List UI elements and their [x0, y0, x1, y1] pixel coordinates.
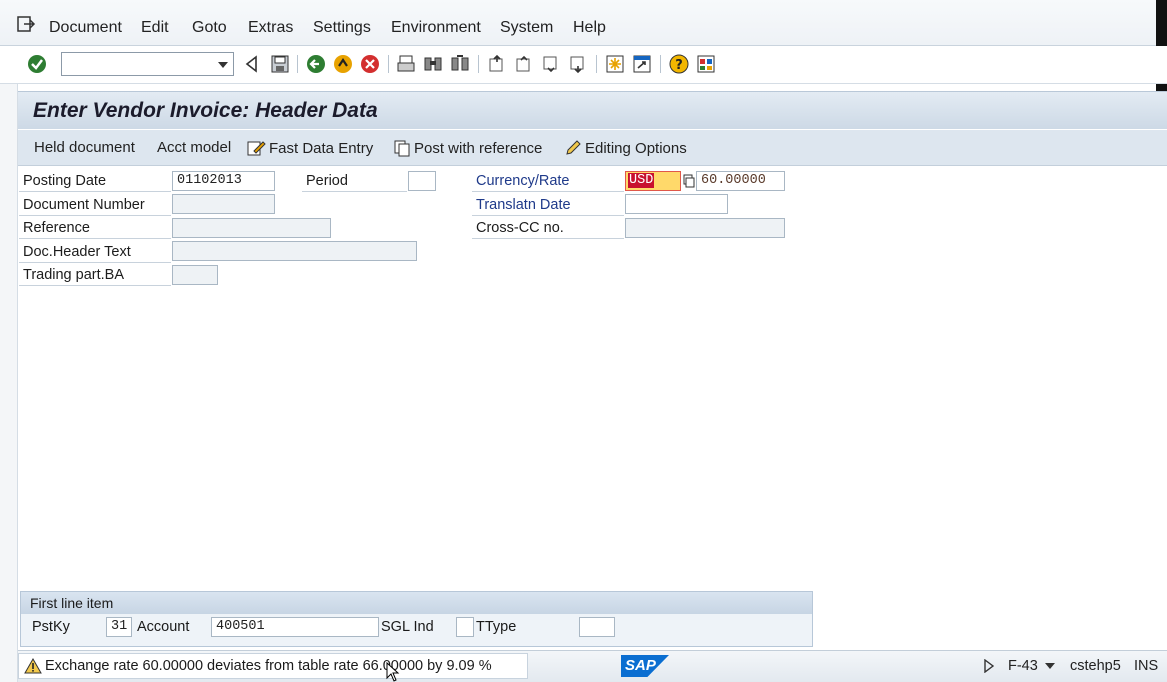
account-label: Account	[137, 619, 190, 635]
period-label: Period	[302, 170, 407, 192]
cancel-icon[interactable]	[360, 54, 380, 74]
application-toolbar: Held document Acct model Fast Data Entry…	[18, 130, 1167, 166]
exit-icon[interactable]	[333, 54, 353, 74]
exchange-rate-field[interactable]: 60.00000	[696, 171, 785, 191]
separator	[478, 55, 479, 73]
first-line-item-heading: First line item	[21, 592, 812, 614]
first-line-item-panel: First line item PstKy 31 Account 400501 …	[20, 591, 813, 647]
sgl-ind-label: SGL Ind	[381, 619, 434, 635]
reference-label: Reference	[19, 217, 171, 239]
status-bar: Exchange rate 60.00000 deviates from tab…	[18, 650, 1167, 682]
customize-layout-icon[interactable]	[696, 54, 716, 74]
status-message-text: Exchange rate 60.00000 deviates from tab…	[45, 658, 492, 674]
previous-page-icon[interactable]	[514, 54, 534, 74]
reference-field[interactable]	[172, 218, 331, 238]
menu-system[interactable]: System	[500, 19, 553, 37]
editing-options-button[interactable]: Editing Options	[564, 139, 687, 157]
back-icon[interactable]	[306, 54, 326, 74]
menu-settings[interactable]: Settings	[313, 19, 371, 37]
fast-entry-pencil-icon	[247, 141, 266, 156]
find-icon[interactable]	[423, 54, 443, 74]
warning-icon	[24, 658, 42, 674]
menu-help[interactable]: Help	[573, 19, 606, 37]
screen-title-bar: Enter Vendor Invoice: Header Data	[18, 91, 1167, 129]
server-name: cstehp5	[1070, 658, 1121, 674]
pstky-label: PstKy	[32, 619, 70, 635]
posting-date-field[interactable]: 01102013	[172, 171, 275, 191]
document-number-field[interactable]	[172, 194, 275, 214]
insert-mode[interactable]: INS	[1134, 658, 1158, 674]
separator	[297, 55, 298, 73]
held-document-button[interactable]: Held document	[34, 139, 135, 156]
create-session-icon[interactable]	[605, 54, 625, 74]
menu-extras[interactable]: Extras	[248, 19, 293, 37]
menu-goto[interactable]: Goto	[192, 19, 227, 37]
page-title: Enter Vendor Invoice: Header Data	[33, 99, 378, 122]
shortcut-icon[interactable]	[632, 54, 652, 74]
currency-field[interactable]: USD	[625, 171, 681, 191]
trading-part-field[interactable]	[172, 265, 218, 285]
command-field[interactable]	[61, 52, 234, 76]
find-next-icon[interactable]	[450, 54, 470, 74]
editing-options-label: Editing Options	[585, 139, 687, 157]
save-icon[interactable]	[270, 54, 290, 74]
pstky-field[interactable]: 31	[106, 617, 132, 637]
transaction-code[interactable]: F-43	[1008, 658, 1038, 674]
print-icon[interactable]	[396, 54, 416, 74]
menu-options-icon[interactable]	[16, 15, 36, 33]
translatn-date-label: Translatn Date	[472, 194, 624, 216]
back-triangle-icon[interactable]	[242, 54, 262, 74]
cross-cc-field[interactable]	[625, 218, 785, 238]
menu-bar: Document Edit Goto Extras Settings Envir…	[0, 0, 1167, 46]
separator	[388, 55, 389, 73]
help-icon[interactable]: ?	[669, 54, 689, 74]
period-field[interactable]	[408, 171, 436, 191]
acct-model-button[interactable]: Acct model	[157, 139, 231, 156]
rate-copy-icon[interactable]	[683, 174, 695, 188]
acct-model-label: Acct model	[157, 139, 232, 156]
status-message-box[interactable]: Exchange rate 60.00000 deviates from tab…	[18, 653, 528, 679]
document-number-label: Document Number	[19, 194, 171, 216]
post-with-reference-label: Post with reference	[414, 139, 543, 157]
chevron-down-icon[interactable]	[218, 62, 228, 68]
trading-part-label: Trading part.BA	[19, 264, 171, 286]
posting-date-label: Posting Date	[19, 170, 171, 192]
window-left-edge	[0, 84, 18, 682]
cross-cc-label: Cross-CC no.	[472, 217, 624, 239]
currency-value: USD	[628, 173, 655, 188]
copy-document-icon	[394, 140, 410, 157]
standard-toolbar: ?	[0, 46, 1167, 84]
separator	[596, 55, 597, 73]
status-expand-icon[interactable]	[984, 659, 994, 673]
fast-data-entry-label: Fast Data Entry	[269, 139, 374, 157]
separator	[660, 55, 661, 73]
menu-environment[interactable]: Environment	[391, 19, 481, 37]
translatn-date-field[interactable]	[625, 194, 728, 214]
doc-header-text-label: Doc.Header Text	[19, 241, 171, 263]
svg-text:?: ?	[675, 58, 683, 73]
doc-header-text-field[interactable]	[172, 241, 417, 261]
enter-check-icon[interactable]	[27, 54, 47, 74]
sap-logo: SAP	[621, 655, 669, 677]
sap-logo-text: SAP	[625, 657, 656, 674]
post-with-reference-button[interactable]: Post with reference	[393, 139, 542, 157]
fast-data-entry-button[interactable]: Fast Data Entry	[246, 139, 373, 157]
ttype-label: TType	[476, 619, 517, 635]
account-field[interactable]: 400501	[211, 617, 379, 637]
last-page-icon[interactable]	[568, 54, 588, 74]
sgl-ind-field[interactable]	[456, 617, 474, 637]
next-page-icon[interactable]	[541, 54, 561, 74]
pencil-icon	[566, 140, 581, 155]
mouse-cursor-icon	[386, 662, 400, 682]
ttype-field[interactable]	[579, 617, 615, 637]
first-page-icon[interactable]	[487, 54, 507, 74]
currency-rate-label: Currency/Rate	[472, 170, 624, 192]
menu-edit[interactable]: Edit	[141, 19, 169, 37]
chevron-down-icon[interactable]	[1045, 663, 1055, 669]
held-document-label: Held document	[34, 139, 135, 156]
menu-document[interactable]: Document	[49, 19, 122, 37]
